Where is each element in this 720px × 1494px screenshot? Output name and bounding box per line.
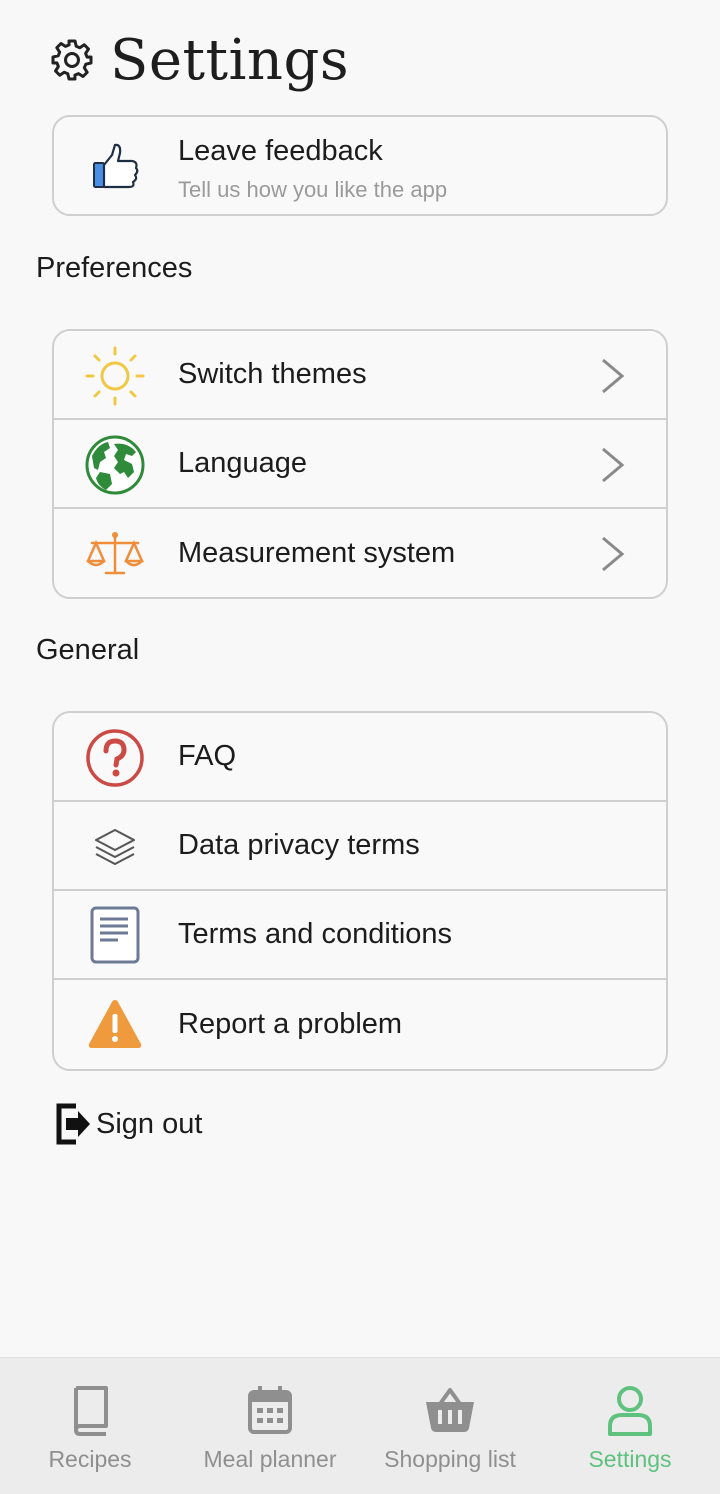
- nav-meal-planner[interactable]: Meal planner: [180, 1358, 360, 1494]
- nav-recipes[interactable]: Recipes: [0, 1358, 180, 1494]
- document-icon: [90, 906, 140, 964]
- terms-and-conditions-row[interactable]: Terms and conditions: [54, 891, 666, 980]
- book-icon: [74, 1386, 108, 1436]
- language-row[interactable]: Language: [54, 420, 666, 509]
- nav-settings[interactable]: Settings: [540, 1358, 720, 1494]
- sign-out-icon: [56, 1103, 90, 1145]
- data-privacy-terms-row[interactable]: Data privacy terms: [54, 802, 666, 891]
- sign-out-label: Sign out: [96, 1107, 203, 1140]
- gear-icon: [51, 39, 93, 81]
- nav-meal-planner-label: Meal planner: [203, 1446, 337, 1472]
- general-section-title: General: [36, 634, 140, 666]
- basket-icon: [426, 1388, 474, 1432]
- page-header: Settings: [48, 22, 349, 98]
- sign-out-button[interactable]: Sign out: [54, 1100, 202, 1148]
- chevron-right-icon: [602, 447, 625, 483]
- sun-icon: [85, 346, 145, 406]
- page-title: Settings: [110, 27, 350, 93]
- question-icon: [86, 729, 144, 787]
- feedback-title: Leave feedback: [178, 135, 383, 167]
- switch-themes-row[interactable]: Switch themes: [54, 331, 666, 420]
- measurement-system-label: Measurement system: [178, 537, 456, 569]
- warning-icon: [88, 1000, 142, 1048]
- nav-settings-label: Settings: [588, 1446, 672, 1472]
- thumbs-up-icon: [93, 143, 139, 189]
- terms-and-conditions-label: Terms and conditions: [178, 918, 453, 950]
- data-privacy-terms-label: Data privacy terms: [178, 829, 420, 861]
- preferences-section-title: Preferences: [36, 252, 193, 284]
- measurement-system-row[interactable]: Measurement system: [54, 509, 666, 597]
- nav-shopping-list[interactable]: Shopping list: [360, 1358, 540, 1494]
- chevron-right-icon: [602, 358, 625, 394]
- feedback-subtitle: Tell us how you like the app: [178, 177, 448, 202]
- calendar-icon: [248, 1386, 292, 1434]
- faq-label: FAQ: [178, 740, 237, 772]
- preferences-list: Switch themes Language Measurement syste…: [52, 329, 668, 599]
- layers-icon: [95, 829, 135, 865]
- nav-shopping-list-label: Shopping list: [384, 1446, 516, 1472]
- faq-row[interactable]: FAQ: [54, 713, 666, 802]
- user-icon: [608, 1386, 652, 1436]
- chevron-right-icon: [602, 536, 625, 572]
- scale-icon: [86, 532, 144, 575]
- language-label: Language: [178, 447, 308, 479]
- bottom-navigation: Recipes Meal planner Shopping list Setti…: [0, 1357, 720, 1494]
- switch-themes-label: Switch themes: [178, 358, 367, 390]
- report-problem-label: Report a problem: [178, 1008, 403, 1040]
- report-problem-row[interactable]: Report a problem: [54, 980, 666, 1069]
- general-list: FAQ Data privacy terms Terms and conditi…: [52, 711, 668, 1071]
- nav-recipes-label: Recipes: [48, 1446, 132, 1472]
- leave-feedback-card[interactable]: Leave feedback Tell us how you like the …: [52, 115, 668, 216]
- globe-icon: [85, 435, 145, 495]
